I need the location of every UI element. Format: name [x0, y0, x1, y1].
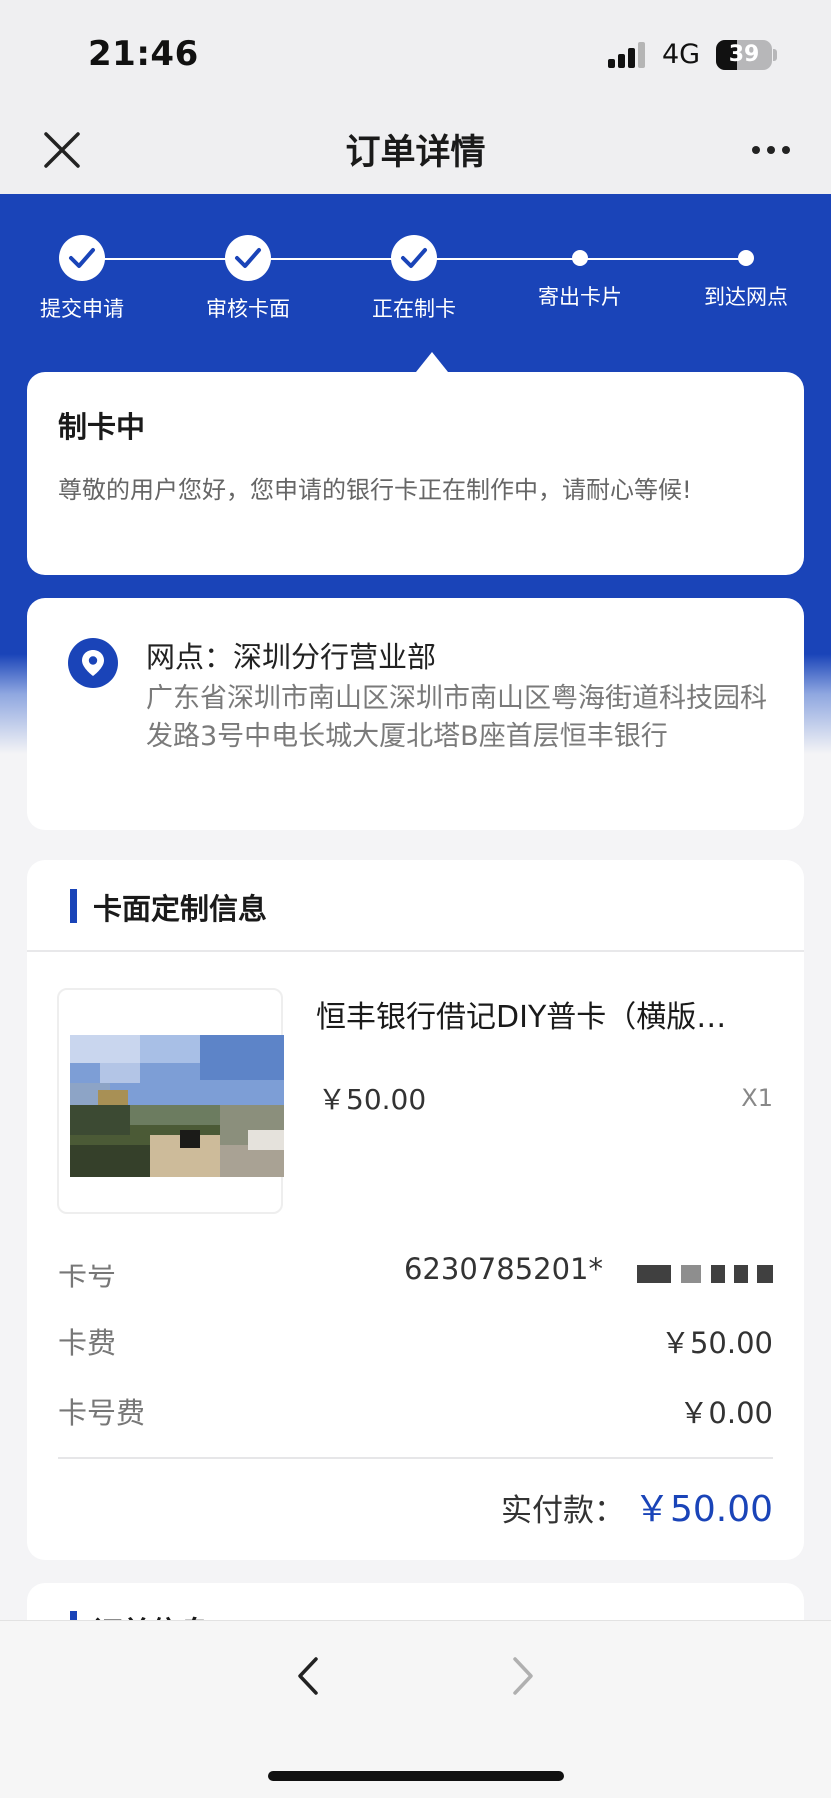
location-pin-icon: [68, 638, 118, 688]
card-fee-label: 卡费: [58, 1326, 117, 1360]
step-making: 正在制卡: [344, 235, 484, 323]
page-title: 订单详情: [345, 133, 486, 173]
battery-level: 39: [728, 42, 760, 67]
more-icon[interactable]: [748, 135, 794, 165]
status-description: 尊敬的用户您好，您申请的银行卡正在制作中，请耐心等候!: [58, 476, 692, 504]
chevron-right-icon[interactable]: [505, 1651, 541, 1701]
step-review: 审核卡面: [178, 235, 318, 323]
home-indicator[interactable]: [268, 1771, 564, 1781]
product-quantity: X1: [741, 1084, 773, 1112]
status-card: 制卡中 尊敬的用户您好，您申请的银行卡正在制作中，请耐心等候!: [27, 352, 804, 575]
branch-address: 广东省深圳市南山区深圳市南山区粤海街道科技园科发路3号中电长城大厦北塔B座首层恒…: [146, 683, 767, 752]
card-number-fee-label: 卡号费: [58, 1396, 146, 1430]
card-fee-value: ￥50.00: [660, 1326, 773, 1360]
section-header: 卡面定制信息: [27, 860, 804, 952]
step-shipped: 寄出卡片: [510, 235, 650, 311]
card-number-value: 6230785201*: [403, 1252, 603, 1286]
check-icon: [225, 235, 271, 281]
branch-card[interactable]: 网点：深圳分行营业部 广东省深圳市南山区深圳市南山区粤海街道科技园科发路3号中电…: [27, 598, 804, 830]
redaction-mask: [734, 1265, 748, 1283]
status-title: 制卡中: [58, 410, 146, 444]
check-icon: [59, 235, 105, 281]
card-number-label: 卡号: [58, 1258, 117, 1292]
nav-bar: 订单详情: [0, 110, 831, 194]
step-label: 审核卡面: [206, 297, 290, 321]
step-label: 提交申请: [40, 297, 124, 321]
redaction-mask: [711, 1265, 725, 1283]
step-label: 正在制卡: [372, 297, 456, 321]
battery-icon: 39: [716, 40, 772, 70]
section-title: 卡面定制信息: [93, 892, 268, 926]
total-label: 实付款：: [501, 1493, 625, 1529]
step-dot: [572, 250, 588, 266]
redaction-mask: [637, 1265, 671, 1283]
step-label: 寄出卡片: [538, 285, 622, 309]
step-arrived: 到达网点: [676, 235, 816, 311]
card-fee-row: 卡费 ￥50.00: [58, 1320, 773, 1364]
section-accent-bar: [70, 889, 77, 923]
card-info-section: 卡面定制信息 恒丰银行借记DIY普卡（横版… ￥50.00 X1 卡号 6230…: [27, 860, 804, 1560]
card-number-fee-value: ￥0.00: [679, 1396, 773, 1430]
card-thumbnail-image[interactable]: [70, 1035, 284, 1177]
signal-icon: [608, 42, 650, 68]
check-icon: [391, 235, 437, 281]
step-submit: 提交申请: [12, 235, 152, 323]
order-detail-page: 21:46 4G 39 订单详情 提交申请 审核卡面 正在制卡 寄出卡片 到达网…: [0, 0, 831, 1798]
status-time: 21:46: [88, 34, 199, 74]
branch-name: 网点：深圳分行营业部: [146, 640, 437, 674]
step-label: 到达网点: [704, 285, 788, 309]
total-amount: ￥50.00: [633, 1489, 773, 1530]
network-type: 4G: [662, 39, 701, 70]
product-price: ￥50.00: [318, 1083, 427, 1116]
redaction-mask: [681, 1265, 701, 1283]
step-dot: [738, 250, 754, 266]
product-name: 恒丰银行借记DIY普卡（横版…: [316, 1000, 727, 1035]
status-bar: 21:46 4G 39: [0, 0, 831, 110]
browser-toolbar: [0, 1620, 831, 1798]
card-number-fee-row: 卡号费 ￥0.00: [58, 1390, 773, 1434]
chevron-left-icon[interactable]: [290, 1651, 326, 1701]
divider: [58, 1457, 773, 1459]
redaction-mask: [757, 1265, 773, 1283]
